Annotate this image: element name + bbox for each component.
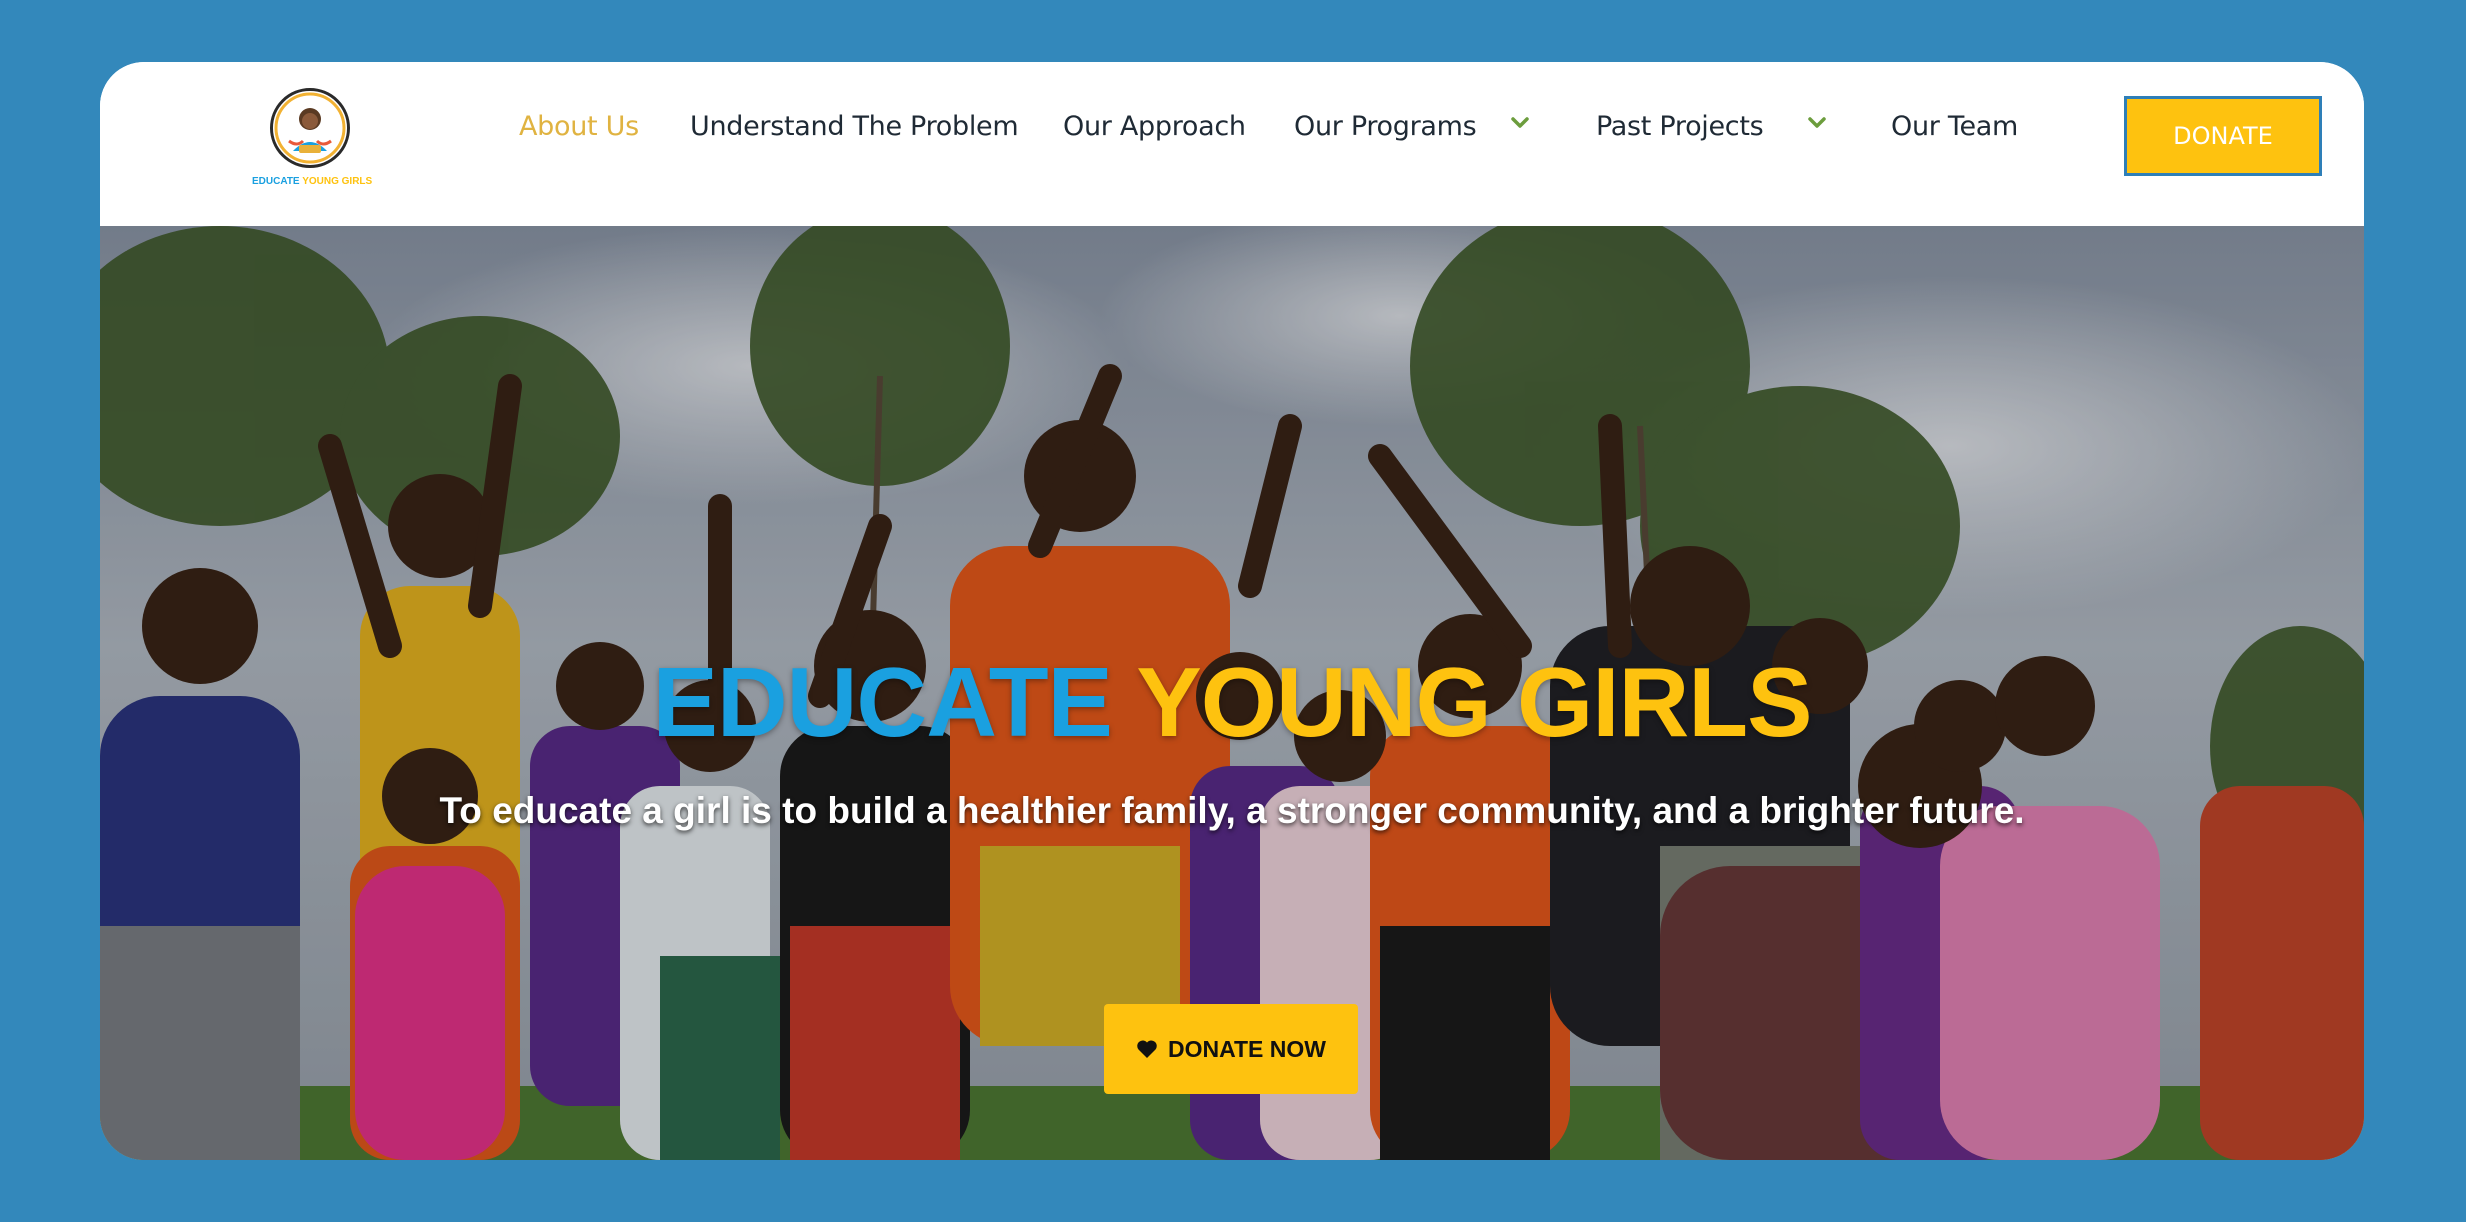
nav-item-our-approach[interactable]: Our Approach [1063,110,1246,144]
hero-section: EDUCATE YOUNG GIRLS To educate a girl is… [100,226,2364,1160]
nav-item-our-programs[interactable]: Our Programs [1294,110,1477,144]
donate-now-button[interactable]: DONATE NOW [1104,1004,1358,1094]
page-card: EDUCATE YOUNG GIRLS About Us Understand … [100,62,2364,1160]
site-header: EDUCATE YOUNG GIRLS About Us Understand … [100,62,2364,226]
chevron-down-icon[interactable] [1806,112,1828,134]
logo-emblem [270,88,350,168]
hero-title-educate: EDUCATE [652,647,1113,757]
site-logo[interactable]: EDUCATE YOUNG GIRLS [252,88,372,208]
hero-title: EDUCATE YOUNG GIRLS [100,646,2364,759]
logo-text-educate: EDUCATE [252,176,300,187]
nav-item-understand-the-problem[interactable]: Understand The Problem [690,110,1019,144]
hero-subtitle: To educate a girl is to build a healthie… [439,790,2025,831]
nav-item-our-team[interactable]: Our Team [1891,110,2018,144]
nav-item-past-projects[interactable]: Past Projects [1596,110,1764,144]
hero-title-young-girls: YOUNG GIRLS [1136,647,1812,757]
nav-item-about-us[interactable]: About Us [519,110,639,144]
heart-icon [1137,1040,1157,1058]
donate-button[interactable]: DONATE [2124,96,2322,176]
donate-now-label: DONATE NOW [1167,1036,1326,1062]
chevron-down-icon[interactable] [1509,112,1531,134]
logo-text: EDUCATE YOUNG GIRLS [252,176,372,187]
logo-text-young-girls: YOUNG GIRLS [302,176,373,187]
